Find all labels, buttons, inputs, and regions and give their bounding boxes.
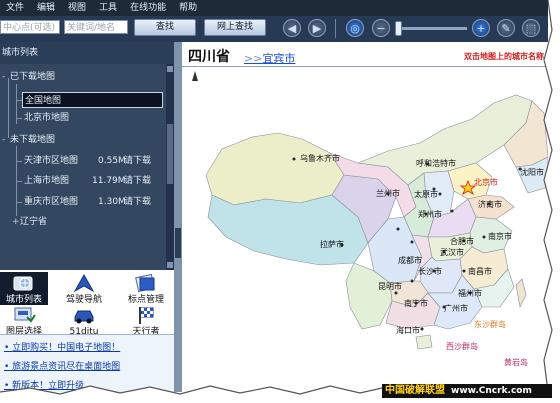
watermark-text: 中国破解联盟	[385, 385, 445, 396]
watermark: 中国破解联盟 www.Cncrk.com	[382, 384, 552, 398]
watermark-url: www.Cncrk.com	[451, 386, 532, 396]
torn-edge	[0, 0, 560, 403]
